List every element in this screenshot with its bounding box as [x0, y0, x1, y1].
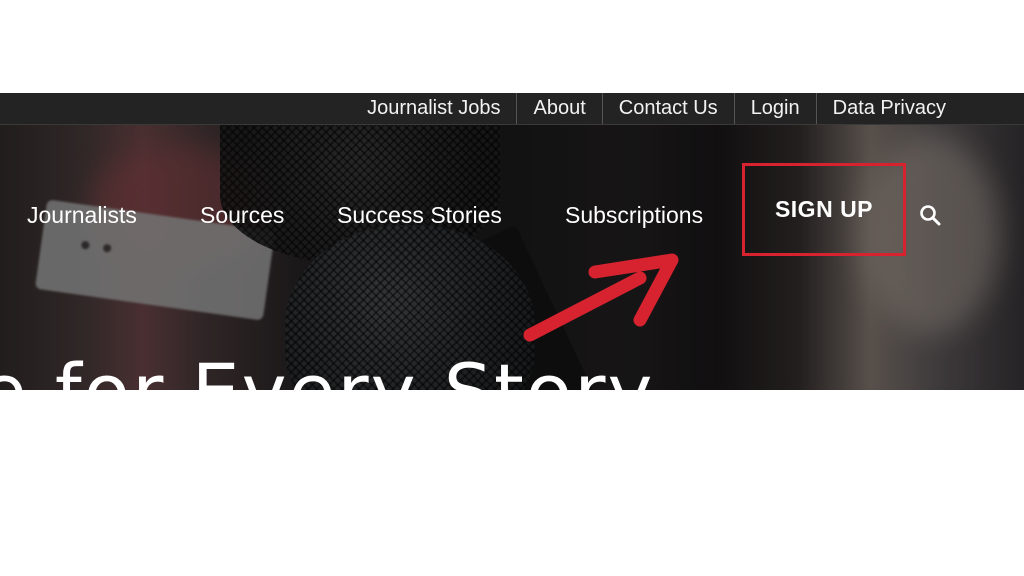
nav-journalists[interactable]: Journalists — [27, 195, 137, 235]
hero-banner: Journalists Sources Success Stories Subs… — [0, 125, 1024, 390]
top-nav-contact-us[interactable]: Contact Us — [601, 93, 734, 124]
sign-up-label: SIGN UP — [774, 196, 874, 222]
top-utility-bar: Journalist Jobs About Contact Us Login D… — [0, 93, 1024, 125]
hero-title: e for Every Story — [0, 347, 654, 390]
top-nav-data-privacy[interactable]: Data Privacy — [815, 93, 962, 124]
sign-up-button[interactable]: SIGN UP — [742, 163, 906, 256]
arrow-up-right-icon — [523, 253, 679, 342]
nav-success-stories[interactable]: Success Stories — [337, 195, 502, 235]
top-nav-login[interactable]: Login — [733, 93, 816, 124]
top-nav: Journalist Jobs About Contact Us Login D… — [351, 93, 962, 124]
search-icon[interactable] — [918, 203, 942, 227]
top-nav-journalist-jobs[interactable]: Journalist Jobs — [351, 93, 516, 124]
nav-sources[interactable]: Sources — [200, 195, 284, 235]
nav-subscriptions[interactable]: Subscriptions — [565, 195, 703, 235]
top-nav-about[interactable]: About — [516, 93, 601, 124]
website-header: Journalist Jobs About Contact Us Login D… — [0, 93, 1024, 390]
